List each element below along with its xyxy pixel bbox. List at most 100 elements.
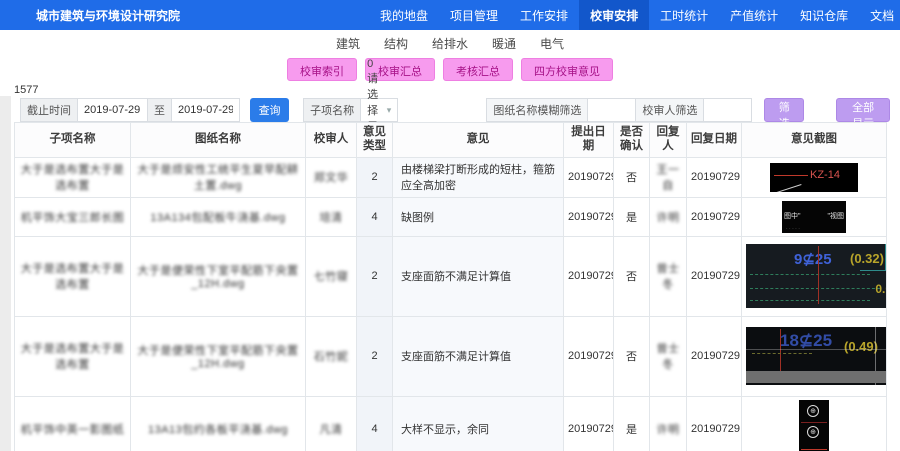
cell-screenshot: 图中""视图· · · · ·: [742, 197, 887, 236]
subitem-select[interactable]: 0请选择子项0 ▾: [361, 98, 398, 122]
opinion-screenshot-image[interactable]: ⊕⊕: [799, 400, 829, 451]
nav-item[interactable]: 校审安排: [579, 0, 649, 30]
table-row: 机平饰大宝三郎长图13A134包配板牛浇基.dwg培清4缺图例20190729是…: [15, 197, 887, 236]
column-header: 图纸名称: [131, 123, 306, 158]
opinion-screenshot-image[interactable]: KZ-14: [770, 163, 858, 192]
cell-opinion-type: 2: [357, 316, 393, 396]
cell-confirmed: 否: [614, 157, 650, 197]
cell-subitem-name: 机平饰中英一影图纸: [15, 396, 131, 451]
cell-opinion-type: 2: [357, 236, 393, 316]
opinion-screenshot-image[interactable]: 图中""视图· · · · ·: [782, 201, 846, 233]
opinion-screenshot-image[interactable]: 18⊈25 (0.49): [746, 327, 887, 385]
cell-drawing-name: 13A13包约各板平浇基.dwg: [131, 396, 306, 451]
drawing-filter-label: 图纸名称模糊筛选: [486, 98, 588, 122]
nav-item[interactable]: 产值统计: [719, 0, 789, 30]
drawing-filter-input[interactable]: [588, 98, 636, 122]
cell-replier: 曾士冬: [650, 316, 687, 396]
screenshot-detail: [750, 274, 870, 275]
reviewer-filter-input[interactable]: [704, 98, 752, 122]
subnav-link[interactable]: 电气: [540, 35, 564, 52]
cell-reply-date: 20190729: [687, 316, 742, 396]
cell-screenshot: KZ-14: [742, 157, 887, 197]
screenshot-detail: [885, 244, 886, 270]
cell-subitem-name: 大于是选布置大于是选布置: [15, 157, 131, 197]
nav-item[interactable]: 工时统计: [649, 0, 719, 30]
cell-opinion-type: 2: [357, 157, 393, 197]
subnav-link[interactable]: 暖通: [492, 35, 516, 52]
query-button[interactable]: 查询: [250, 98, 289, 122]
column-header: 回复人: [650, 123, 687, 158]
cell-reviewer: 七竹寝: [306, 236, 357, 316]
cell-opinion-type: 4: [357, 197, 393, 236]
filter-button[interactable]: 筛选: [764, 98, 804, 122]
cell-submit-date: 20190729: [564, 197, 614, 236]
cell-submit-date: 20190729: [564, 316, 614, 396]
toolbar-button[interactable]: 四方校审意见: [521, 58, 613, 81]
column-header: 校审人: [306, 123, 357, 158]
cell-opinion-type: 4: [357, 396, 393, 451]
cell-reply-date: 20190729: [687, 157, 742, 197]
table-row: 大于是选布置大于是选布置大于是便荣性下室平配筋下央置_12H.dwg石竹妮2支座…: [15, 316, 887, 396]
cell-reviewer: 培清: [306, 197, 357, 236]
opinion-screenshot-image[interactable]: 9⊈25(0.32)0.0: [746, 244, 887, 308]
report-toolbar: 校审索引校审汇总考核汇总四方校审意见: [0, 58, 900, 84]
screenshot-detail: · · · · ·: [786, 226, 800, 232]
toolbar-button[interactable]: 考核汇总: [443, 58, 513, 81]
nav-item[interactable]: 我的地盘: [369, 0, 439, 30]
cell-reviewer: 凡清: [306, 396, 357, 451]
main-menu: 我的地盘项目管理工作安排校审安排工时统计产值统计知识仓库文档组织后台: [369, 0, 900, 30]
screenshot-detail: [750, 288, 880, 289]
subitem-label: 子项名称: [303, 98, 361, 122]
toolbar-button[interactable]: 校审索引: [287, 58, 357, 81]
cell-drawing-name: 大于是便荣性下室平配筋下央置_12H.dwg: [131, 316, 306, 396]
table-row: 机平饰中英一影图纸13A13包约各板平浇基.dwg凡清4大样不显示，余同2019…: [15, 396, 887, 451]
subnav-link[interactable]: 结构: [384, 35, 408, 52]
column-header: 意见类型: [357, 123, 393, 158]
cell-opinion-text: 支座面筋不满足计算值: [393, 236, 564, 316]
screenshot-detail: [774, 175, 808, 176]
screenshot-detail: 0.0: [875, 282, 886, 296]
nav-item[interactable]: 文档: [859, 0, 900, 30]
top-navbar: 城市建筑与环境设计研究院 我的地盘项目管理工作安排校审安排工时统计产值统计知识仓…: [0, 0, 900, 30]
screenshot-detail: 18⊈25: [780, 331, 832, 351]
column-header: 是否确认: [614, 123, 650, 158]
cell-replier: 王一自: [650, 157, 687, 197]
deadline-from-input[interactable]: [78, 98, 148, 122]
screenshot-detail: 图中": [784, 211, 801, 221]
discipline-subnav: 建筑 结构 给排水 暖通 电气: [0, 30, 900, 56]
deadline-to-input[interactable]: [172, 98, 240, 122]
screenshot-detail: (0.49): [844, 339, 878, 354]
cell-reviewer: 石竹妮: [306, 316, 357, 396]
cell-drawing-name: 大于是便荣性下室平配筋下央置_12H.dwg: [131, 236, 306, 316]
app-title: 城市建筑与环境设计研究院: [0, 0, 194, 30]
subnav-link[interactable]: 建筑: [336, 35, 360, 52]
screenshot-detail: [818, 246, 819, 304]
screenshot-detail: [801, 449, 827, 450]
column-header: 提出日期: [564, 123, 614, 158]
subnav-link[interactable]: 给排水: [432, 35, 468, 52]
column-header: 子项名称: [15, 123, 131, 158]
screenshot-detail: ⊕: [807, 405, 819, 417]
show-all-button[interactable]: 全部显示: [836, 98, 890, 122]
cell-replier: 许明: [650, 396, 687, 451]
deadline-label: 截止时间: [20, 98, 78, 122]
nav-item[interactable]: 项目管理: [439, 0, 509, 30]
cell-submit-date: 20190729: [564, 157, 614, 197]
cell-confirmed: 是: [614, 396, 650, 451]
table-header-row: 子项名称图纸名称校审人意见类型意见提出日期是否确认回复人回复日期意见截图: [15, 123, 887, 158]
column-header: 意见截图: [742, 123, 887, 158]
select-caret-icon: ▾: [387, 105, 392, 116]
cell-reviewer: 郑文华: [306, 157, 357, 197]
nav-item[interactable]: 工作安排: [509, 0, 579, 30]
cell-screenshot: ⊕⊕: [742, 396, 887, 451]
screenshot-detail: KZ-14: [810, 169, 840, 181]
cell-confirmed: 否: [614, 236, 650, 316]
cell-reply-date: 20190729: [687, 197, 742, 236]
cell-submit-date: 20190729: [564, 236, 614, 316]
screenshot-detail: [746, 349, 887, 350]
table-body: 大于是选布置大于是选布置大于是烦安性工统平生夏早配耕土置.dwg郑文华2由楼梯梁…: [15, 157, 887, 451]
screenshot-detail: ⊕: [807, 426, 819, 438]
table-row: 大于是选布置大于是选布置大于是便荣性下室平配筋下央置_12H.dwg七竹寝2支座…: [15, 236, 887, 316]
cell-opinion-text: 大样不显示，余同: [393, 396, 564, 451]
nav-item[interactable]: 知识仓库: [789, 0, 859, 30]
